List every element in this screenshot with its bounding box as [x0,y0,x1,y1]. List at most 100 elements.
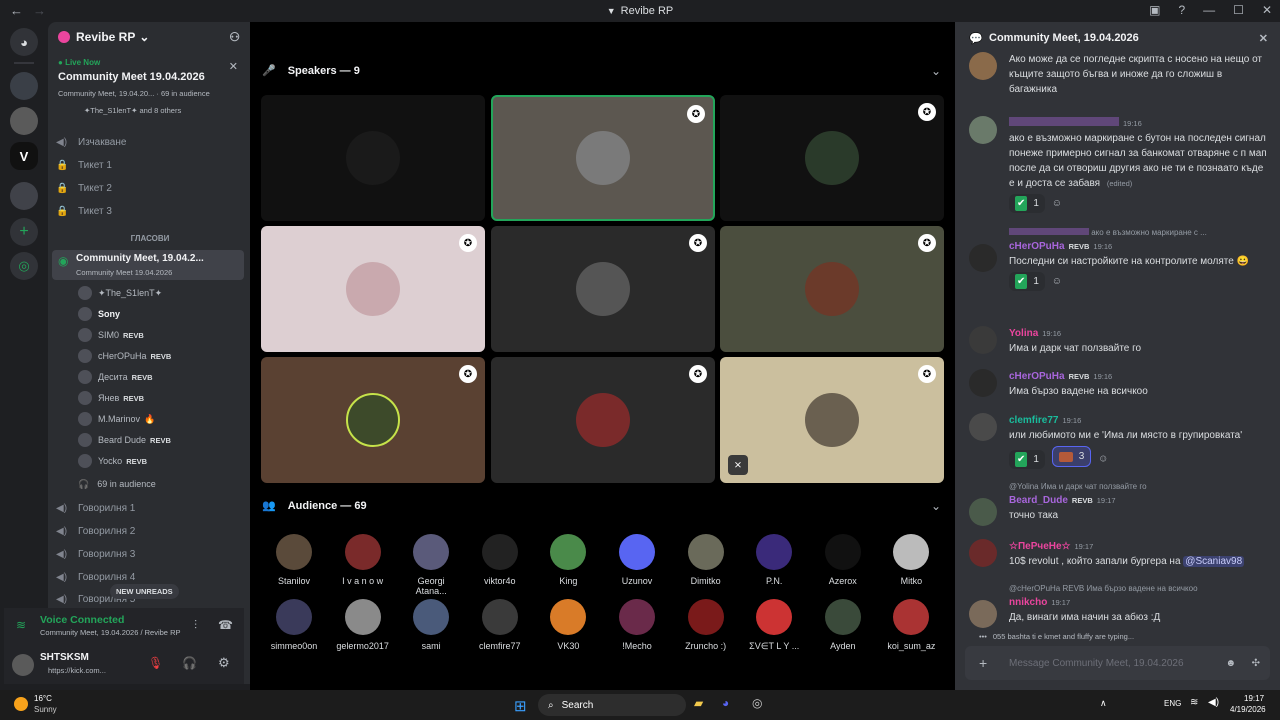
voice-channel-1[interactable]: ◀) Говорилня 1 [56,498,246,518]
avatar[interactable] [969,244,997,272]
speaker-tile[interactable]: ✪ [491,357,715,483]
audience-member[interactable]: simmeo0on [264,599,324,651]
tray-chevron-icon[interactable]: ∧ [1100,698,1107,709]
speaker-tile[interactable]: ✪ [720,95,944,221]
audience-member[interactable]: gelermo2017 [333,599,393,651]
audience-member[interactable]: ΣV∈T L Y ... [744,599,804,652]
avatar[interactable] [969,326,997,354]
add-reaction-icon[interactable]: ☺ [1098,454,1108,465]
language[interactable]: ENG [1164,699,1181,708]
speaker-tile[interactable]: ✪ [261,357,485,483]
minimize-button[interactable]: — [1203,3,1215,17]
voice-status[interactable]: Voice Connected [40,614,124,626]
username-redacted[interactable] [1009,117,1119,126]
clock-time[interactable]: 19:17 [1244,694,1264,703]
invite-icon[interactable]: ⚇ [229,30,240,44]
help-icon[interactable]: ? [1178,3,1185,17]
audience-member[interactable]: koi_sum_az [881,599,941,651]
disconnect-icon[interactable]: ☎ [218,618,233,632]
settings-icon[interactable]: ⚙ [218,655,230,671]
close-chat-icon[interactable]: ✕ [1259,32,1268,45]
avatar[interactable] [969,369,997,397]
member-item[interactable]: Sony [78,305,248,323]
close-window-button[interactable]: ✕ [1262,3,1272,17]
reaction-custom[interactable]: 3 [1051,446,1092,467]
avatar[interactable] [969,498,997,526]
collapse-speakers-icon[interactable]: ⌄ [931,64,941,78]
channel-waiting[interactable]: ◀) Изчакване [56,132,246,152]
avatar[interactable] [969,413,997,441]
audience-member[interactable]: !Mecho [607,599,667,651]
member-item[interactable]: SIM0 REVB [78,326,248,344]
member-item[interactable]: Beard Dude REVB [78,431,248,449]
explore-icon[interactable]: ◎ [10,252,38,280]
collapse-audience-icon[interactable]: ⌄ [931,499,941,513]
member-item[interactable]: M.Marinov 🔥 [78,410,248,428]
speaker-tile[interactable]: ✪ [261,226,485,352]
live-stage-card[interactable]: ● Live Now Community Meet 19.04.2026 Com… [52,52,246,121]
speaker-tile[interactable] [261,95,485,221]
add-server-icon[interactable]: + [10,218,38,246]
audience-member[interactable]: I v a n o w [333,534,393,586]
audience-member[interactable]: P.N. [744,534,804,586]
server-icon-1[interactable] [10,72,38,100]
audience-member[interactable]: Stanilov [264,534,324,586]
apps-icon[interactable]: ✣ [1252,658,1260,669]
chrome-icon[interactable]: ◎ [752,696,762,710]
direct-messages-icon[interactable]: ◕ [10,28,38,56]
channel-ticket-1[interactable]: 🔒 Тикет 1 [56,155,246,175]
discord-taskbar-icon[interactable]: ◕ [722,696,729,710]
new-unreads-pill[interactable]: NEW UNREADS [110,584,179,599]
audience-member[interactable]: VK30 [538,599,598,651]
reaction-check[interactable]: ✔ 1 [1009,194,1045,213]
audience-member[interactable]: King [538,534,598,586]
audience-member[interactable]: Uzunov [607,534,667,586]
reaction-check[interactable]: ✔ 1 [1009,272,1045,291]
audience-member[interactable]: Azerox [813,534,873,586]
deafen-icon[interactable]: 🎧 [182,656,197,670]
member-item[interactable]: ✦The_S1lenT✦ [78,284,248,302]
user-mention[interactable]: @Scaniav98 [1183,556,1245,567]
member-item[interactable]: cHerOPuHa REVB [78,347,248,365]
member-item[interactable]: Yocko REVB [78,452,248,470]
audience-member[interactable]: Zruncho :) [676,599,736,651]
reaction-check[interactable]: ✔ 1 [1009,449,1045,469]
speaker-tile[interactable]: ✪ [491,95,715,221]
voice-channel-2[interactable]: ◀) Говорилня 2 [56,521,246,541]
add-reaction-icon[interactable]: ☺ [1052,198,1062,209]
server-icon-2[interactable] [10,107,38,135]
avatar[interactable] [969,116,997,144]
add-reaction-icon[interactable]: ☺ [1052,276,1062,287]
category-voice[interactable]: ГЛАСОВИ [60,234,240,243]
audience-member[interactable]: sami [401,599,461,651]
audience-member[interactable]: viktor4o [470,534,530,586]
start-icon[interactable]: ⊞ [514,697,527,715]
avatar[interactable] [969,539,997,567]
wifi-icon[interactable]: ≋ [1190,697,1198,708]
speaker-tile[interactable]: ✪ ⨯ [720,357,944,483]
speaker-tile[interactable]: ✪ [720,226,944,352]
maximize-button[interactable]: ☐ [1233,3,1244,17]
channel-ticket-3[interactable]: 🔒 Тикет 3 [56,201,246,221]
member-item[interactable]: Десита REVB [78,368,248,386]
speaker-tile[interactable]: ✪ [491,226,715,352]
audience-member[interactable]: Ayden [813,599,873,651]
audience-count[interactable]: 🎧 69 in audience [78,475,248,493]
avatar[interactable] [969,600,997,628]
audience-member[interactable]: Mitko [881,534,941,586]
taskbar-search[interactable]: ⌕ Search [538,694,686,716]
avatar[interactable] [12,654,34,676]
active-voice-channel[interactable]: ◉ Community Meet, 19.04.2... Community M… [52,250,244,280]
emoji-picker-icon[interactable]: ☻ [1225,658,1236,669]
noise-suppression-icon[interactable]: ⫶ [194,618,197,633]
clock-date[interactable]: 4/19/2026 [1230,705,1266,714]
add-attachment-icon[interactable]: + [979,655,987,671]
audience-member[interactable]: Dimitko [676,534,736,586]
inbox-icon[interactable]: ▣ [1149,3,1160,17]
close-live-icon[interactable]: ✕ [229,60,238,73]
server-folder-icon[interactable] [10,182,38,210]
audience-member[interactable]: clemfire77 [470,599,530,651]
temperature[interactable]: 16°C [34,694,52,703]
member-item[interactable]: Янев REVB [78,389,248,407]
volume-icon[interactable]: ◀) [1208,697,1219,708]
